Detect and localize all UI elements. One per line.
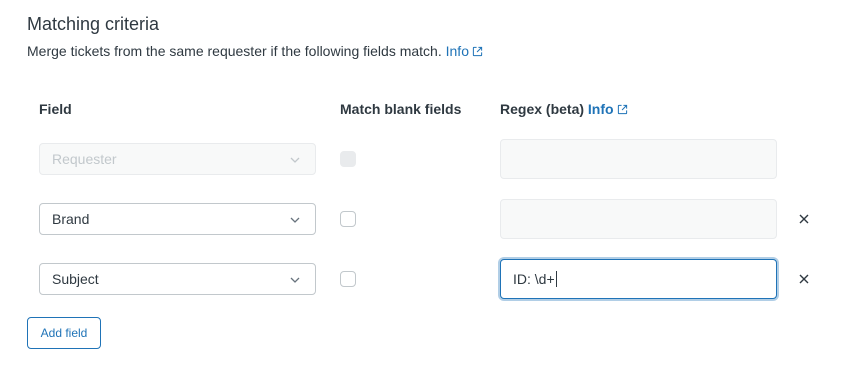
close-icon[interactable] — [797, 212, 811, 226]
criteria-row-subject: Subject ID: \d+ — [0, 259, 850, 299]
external-link-icon — [617, 104, 627, 115]
chevron-down-icon — [290, 277, 300, 283]
match-blank-checkbox[interactable] — [340, 271, 356, 287]
info-link[interactable]: Info — [446, 43, 483, 59]
field-select-value: Subject — [52, 271, 99, 287]
regex-input — [500, 139, 777, 179]
regex-input[interactable]: ID: \d+ — [500, 259, 777, 299]
field-select-value: Brand — [52, 211, 90, 227]
regex-value: ID: \d+ — [513, 271, 555, 287]
regex-input[interactable] — [500, 199, 777, 239]
match-blank-checkbox — [340, 151, 356, 167]
text-caret — [555, 271, 557, 287]
chevron-down-icon — [290, 157, 300, 163]
column-header-match-blank: Match blank fields — [340, 101, 462, 117]
match-blank-checkbox[interactable] — [340, 211, 356, 227]
criteria-row-brand: Brand — [0, 199, 850, 239]
info-link-label: Info — [445, 43, 469, 59]
regex-header-label: Regex (beta) — [500, 101, 585, 117]
field-select[interactable]: Brand — [39, 203, 316, 235]
field-select-value: Requester — [52, 151, 117, 167]
section-title: Matching criteria — [27, 14, 160, 34]
column-header-regex: Regex (beta) Info — [500, 100, 628, 118]
chevron-down-icon — [290, 217, 300, 223]
add-field-button[interactable]: Add field — [27, 317, 101, 349]
regex-info-label: Info — [587, 101, 614, 117]
close-icon[interactable] — [797, 272, 811, 286]
criteria-row-requester: Requester — [0, 139, 850, 179]
regex-info-link[interactable]: Info — [588, 101, 628, 117]
field-select: Requester — [39, 143, 316, 175]
column-header-field: Field — [39, 101, 72, 117]
field-select[interactable]: Subject — [39, 263, 316, 295]
description-text: Merge tickets from the same requester if… — [27, 43, 442, 59]
section-description: Merge tickets from the same requester if… — [27, 42, 483, 60]
external-link-icon — [472, 46, 483, 57]
